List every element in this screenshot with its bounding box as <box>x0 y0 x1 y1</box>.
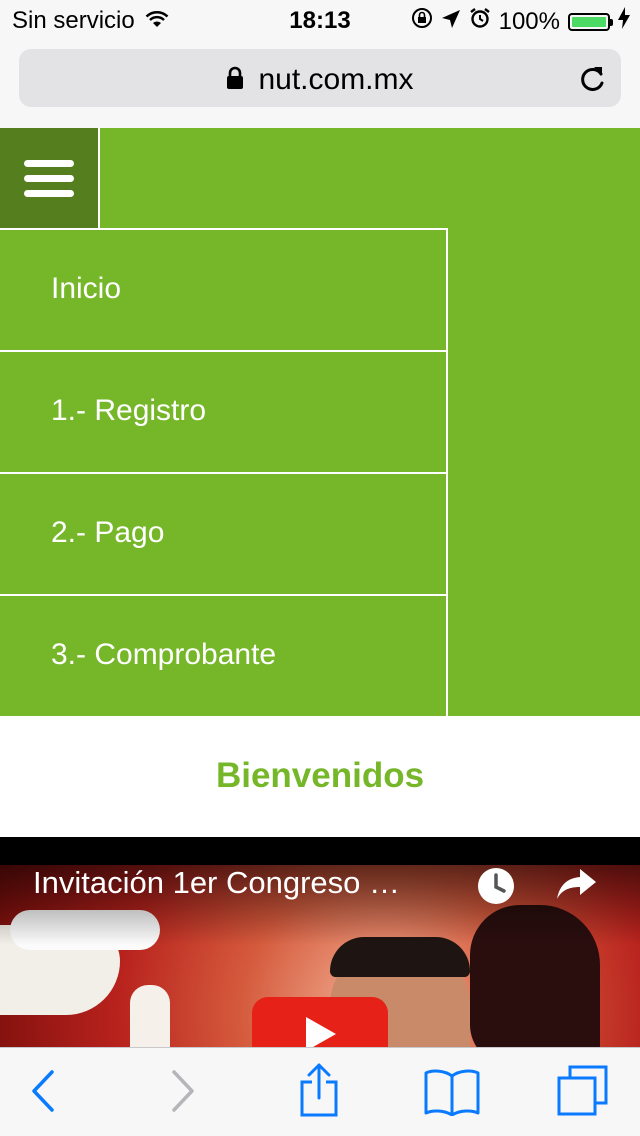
battery-percent: 100% <box>498 7 560 35</box>
nav-item-label: 2.- Pago <box>51 516 165 549</box>
location-arrow-icon <box>441 8 461 36</box>
browser-toolbar <box>0 1047 640 1136</box>
menu-toggle-button[interactable] <box>0 128 100 228</box>
nav-item-label: 1.- Registro <box>51 394 207 427</box>
url-text: nut.com.mx <box>258 63 414 96</box>
tabs-icon[interactable] <box>556 1064 610 1123</box>
nav-item-pago[interactable]: 2.- Pago <box>0 472 448 594</box>
thumbnail-figurine <box>130 985 170 1051</box>
bookmarks-icon[interactable] <box>424 1068 480 1121</box>
reload-icon[interactable] <box>579 63 607 98</box>
forward-icon[interactable] <box>170 1068 196 1119</box>
video-embed[interactable]: Invitación 1er Congreso … <box>0 837 640 1051</box>
back-icon[interactable] <box>30 1068 56 1119</box>
hamburger-icon <box>24 160 74 205</box>
address-bar[interactable]: nut.com.mx <box>19 49 621 107</box>
lock-icon <box>226 64 244 98</box>
video-title[interactable]: Invitación 1er Congreso … <box>33 865 400 901</box>
nav-item-label: Inicio <box>51 272 122 305</box>
orientation-lock-icon <box>411 7 433 36</box>
site-navigation: Inicio 1.- Registro 2.- Pago 3.- Comprob… <box>0 128 640 716</box>
url-display[interactable]: nut.com.mx <box>19 63 621 98</box>
watch-later-icon[interactable] <box>476 866 516 911</box>
battery-icon <box>568 12 613 31</box>
share-icon[interactable] <box>556 867 598 906</box>
play-icon[interactable] <box>252 997 388 1051</box>
nav-item-label: 3.- Comprobante <box>51 638 277 671</box>
share-icon[interactable] <box>298 1062 340 1123</box>
nav-item-inicio[interactable]: Inicio <box>0 228 448 350</box>
page-title: Bienvenidos <box>215 756 425 795</box>
welcome-section: Bienvenidos <box>0 716 640 837</box>
status-right: 100% <box>411 7 630 36</box>
browser-bar: nut.com.mx <box>0 40 640 128</box>
nav-item-registro[interactable]: 1.- Registro <box>0 350 448 472</box>
charging-icon <box>618 7 630 36</box>
alarm-icon <box>469 7 491 36</box>
nav-menu: Inicio 1.- Registro 2.- Pago 3.- Comprob… <box>0 228 448 716</box>
nav-item-comprobante[interactable]: 3.- Comprobante <box>0 594 448 716</box>
status-bar: Sin servicio 18:13 100% <box>0 0 640 40</box>
